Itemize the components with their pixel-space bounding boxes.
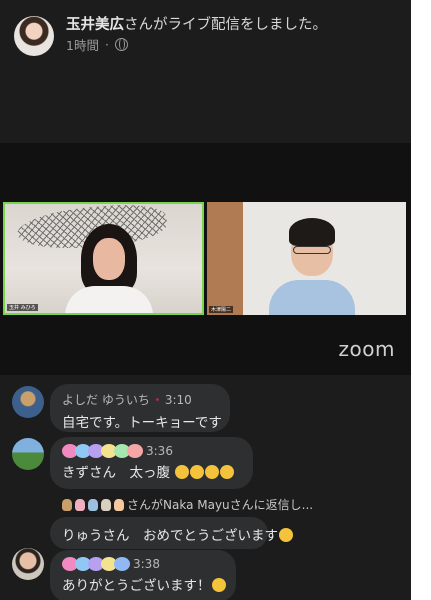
reply-text: さんがNaka Mayuさんに返信し...	[127, 498, 314, 512]
commenter-avatar[interactable]	[12, 548, 44, 580]
host-name[interactable]: 玉井美広	[66, 17, 124, 33]
comment-bubble[interactable]: 3:38 ありがとうございます！	[50, 550, 236, 600]
laughing-emoji-icon	[220, 465, 235, 479]
commenter-avatar[interactable]	[12, 386, 44, 418]
participant-right	[269, 218, 355, 315]
grin-emoji-icon	[211, 578, 226, 592]
participant-name-left: 玉井 みひろ	[7, 304, 38, 311]
sticker-name-icons[interactable]	[62, 444, 143, 458]
laughing-emoji-icon	[205, 465, 220, 479]
post-meta: 1時間 ·	[66, 35, 128, 54]
comment-bubble[interactable]: りゅうさん おめでとうございます	[50, 517, 293, 549]
reply-indicator[interactable]: さんがNaka Mayuさんに返信し...	[62, 496, 313, 513]
comment-text: りゅうさん おめでとうございます	[62, 528, 278, 544]
comment-time: 3:38	[133, 557, 160, 571]
comment-text: きずさん 太っ腹	[62, 465, 170, 481]
right-margin	[411, 0, 431, 600]
post-header: 玉井美広さんがライブ配信をしました。 1時間 ·	[0, 0, 411, 62]
commenter-name[interactable]: よしだ ゆういち	[62, 391, 150, 408]
comment-bubble[interactable]: 3:36 きずさん 太っ腹	[50, 437, 253, 489]
comment-bubble[interactable]: よしだ ゆういち 3:10 自宅です。トーキョーです	[50, 384, 230, 432]
comment-time: 3:36	[146, 444, 173, 458]
commenter-avatar[interactable]	[12, 438, 44, 470]
comment-text: ありがとうございます！	[62, 578, 211, 594]
video-tile-left: 玉井 みひろ	[3, 202, 204, 315]
zoom-logo: zoom	[338, 337, 395, 361]
live-post-screen: 玉井美広さんがライブ配信をしました。 1時間 · 玉井 みひろ 木津陽二 zoo…	[0, 0, 411, 600]
globe-icon	[114, 38, 128, 51]
laughing-emoji-icon	[175, 465, 190, 479]
participant-name-right: 木津陽二	[209, 306, 234, 313]
post-action: さんがライブ配信をしました。	[124, 17, 327, 33]
thumbs-up-icon	[279, 528, 293, 542]
post-time[interactable]: 1時間	[66, 35, 99, 54]
laughing-emoji-icon	[190, 465, 205, 479]
sticker-name-icons[interactable]	[62, 557, 130, 571]
post-title: 玉井美広さんがライブ配信をしました。	[66, 13, 327, 34]
participant-left	[65, 224, 153, 313]
video-tile-right: 木津陽二	[207, 202, 406, 315]
live-video[interactable]: 玉井 みひろ 木津陽二 zoom	[0, 143, 411, 375]
comment-time: 3:10	[164, 392, 192, 407]
comment-text: 自宅です。トーキョーです	[62, 415, 222, 431]
host-avatar[interactable]	[14, 16, 54, 56]
